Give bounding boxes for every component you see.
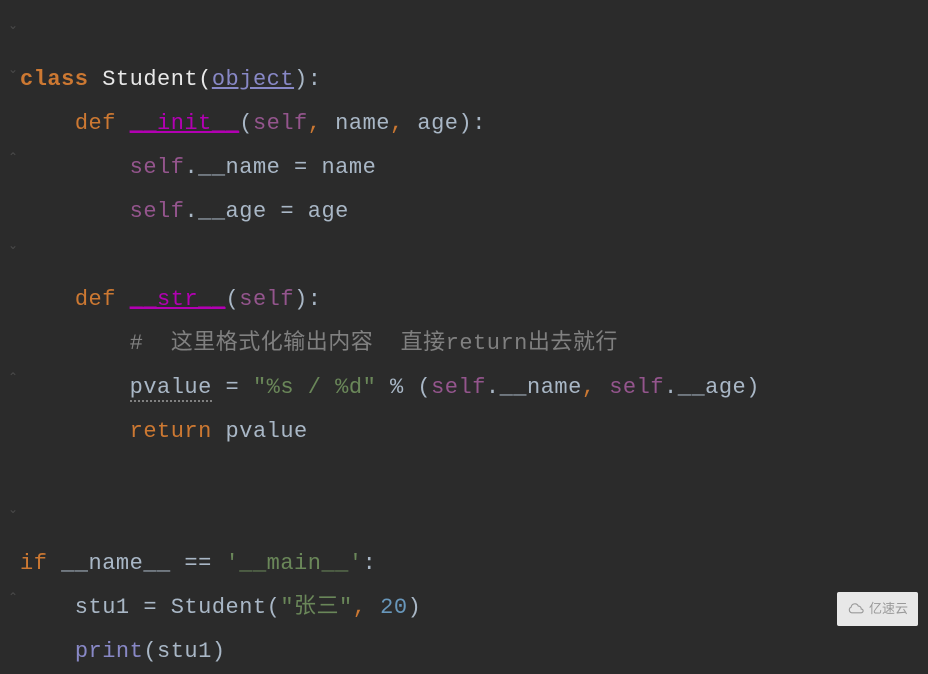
age-param: age): <box>404 111 486 136</box>
paren-colon: ): <box>294 287 321 312</box>
self-param: self <box>239 287 294 312</box>
watermark-badge: 亿速云 <box>837 592 918 626</box>
print-func: print <box>75 639 144 664</box>
pvalue-var: pvalue <box>130 375 212 402</box>
format-string: "%s / %d" <box>253 375 376 400</box>
self-param: self <box>253 111 308 136</box>
age-attr: .__age = age <box>184 199 348 224</box>
paren: ( <box>239 111 253 136</box>
cloud-icon <box>847 603 865 615</box>
pvalue-ret: pvalue <box>212 419 308 444</box>
assign: = <box>212 375 253 400</box>
paren: ( <box>226 287 240 312</box>
fold-marker: ⌄ <box>8 14 19 38</box>
code-editor: ⌄class Student(object): ⌄ def __init__(s… <box>8 14 920 674</box>
fold-marker: ⌃ <box>8 146 19 170</box>
fold-marker: ⌃ <box>8 366 19 390</box>
keyword-if: if <box>20 551 47 576</box>
self-ref: self <box>431 375 486 400</box>
fold-marker: ⌄ <box>8 234 19 258</box>
age-attr: .__age) <box>664 375 760 400</box>
zhang-string: "张三" <box>280 595 352 620</box>
code-content: ⌄class Student(object): ⌄ def __init__(s… <box>8 14 920 674</box>
stu-assign: stu1 = Student( <box>20 595 280 620</box>
name-attr: .__name = name <box>184 155 376 180</box>
name-dunder-check: __name__ == <box>47 551 225 576</box>
self-ref: self <box>609 375 664 400</box>
fold-marker: ⌃ <box>8 586 19 610</box>
name-attr: .__name <box>486 375 582 400</box>
init-method: __init__ <box>130 111 240 136</box>
main-string: '__main__' <box>226 551 363 576</box>
self-ref: self <box>130 199 185 224</box>
colon: : <box>363 551 377 576</box>
class-name: Student( <box>89 67 212 92</box>
number-20: 20 <box>366 595 407 620</box>
paren-colon: ): <box>294 67 321 92</box>
print-arg: (stu1) <box>143 639 225 664</box>
keyword-return: return <box>130 419 212 444</box>
watermark-text: 亿速云 <box>869 596 908 622</box>
comment-line: # 这里格式化输出内容 直接return出去就行 <box>130 331 618 356</box>
self-ref: self <box>130 155 185 180</box>
comma: , <box>308 111 322 136</box>
keyword-class: class <box>20 67 89 92</box>
fold-marker: ⌄ <box>8 58 19 82</box>
fold-marker: ⌄ <box>8 498 19 522</box>
comma: , <box>353 595 367 620</box>
percent-op: % ( <box>376 375 431 400</box>
builtin-object: object <box>212 67 294 92</box>
keyword-def: def <box>75 287 116 312</box>
str-method: __str__ <box>130 287 226 312</box>
comma: , <box>390 111 404 136</box>
comma: , <box>582 375 596 400</box>
name-param: name <box>321 111 390 136</box>
paren-close: ) <box>408 595 422 620</box>
keyword-def: def <box>75 111 116 136</box>
